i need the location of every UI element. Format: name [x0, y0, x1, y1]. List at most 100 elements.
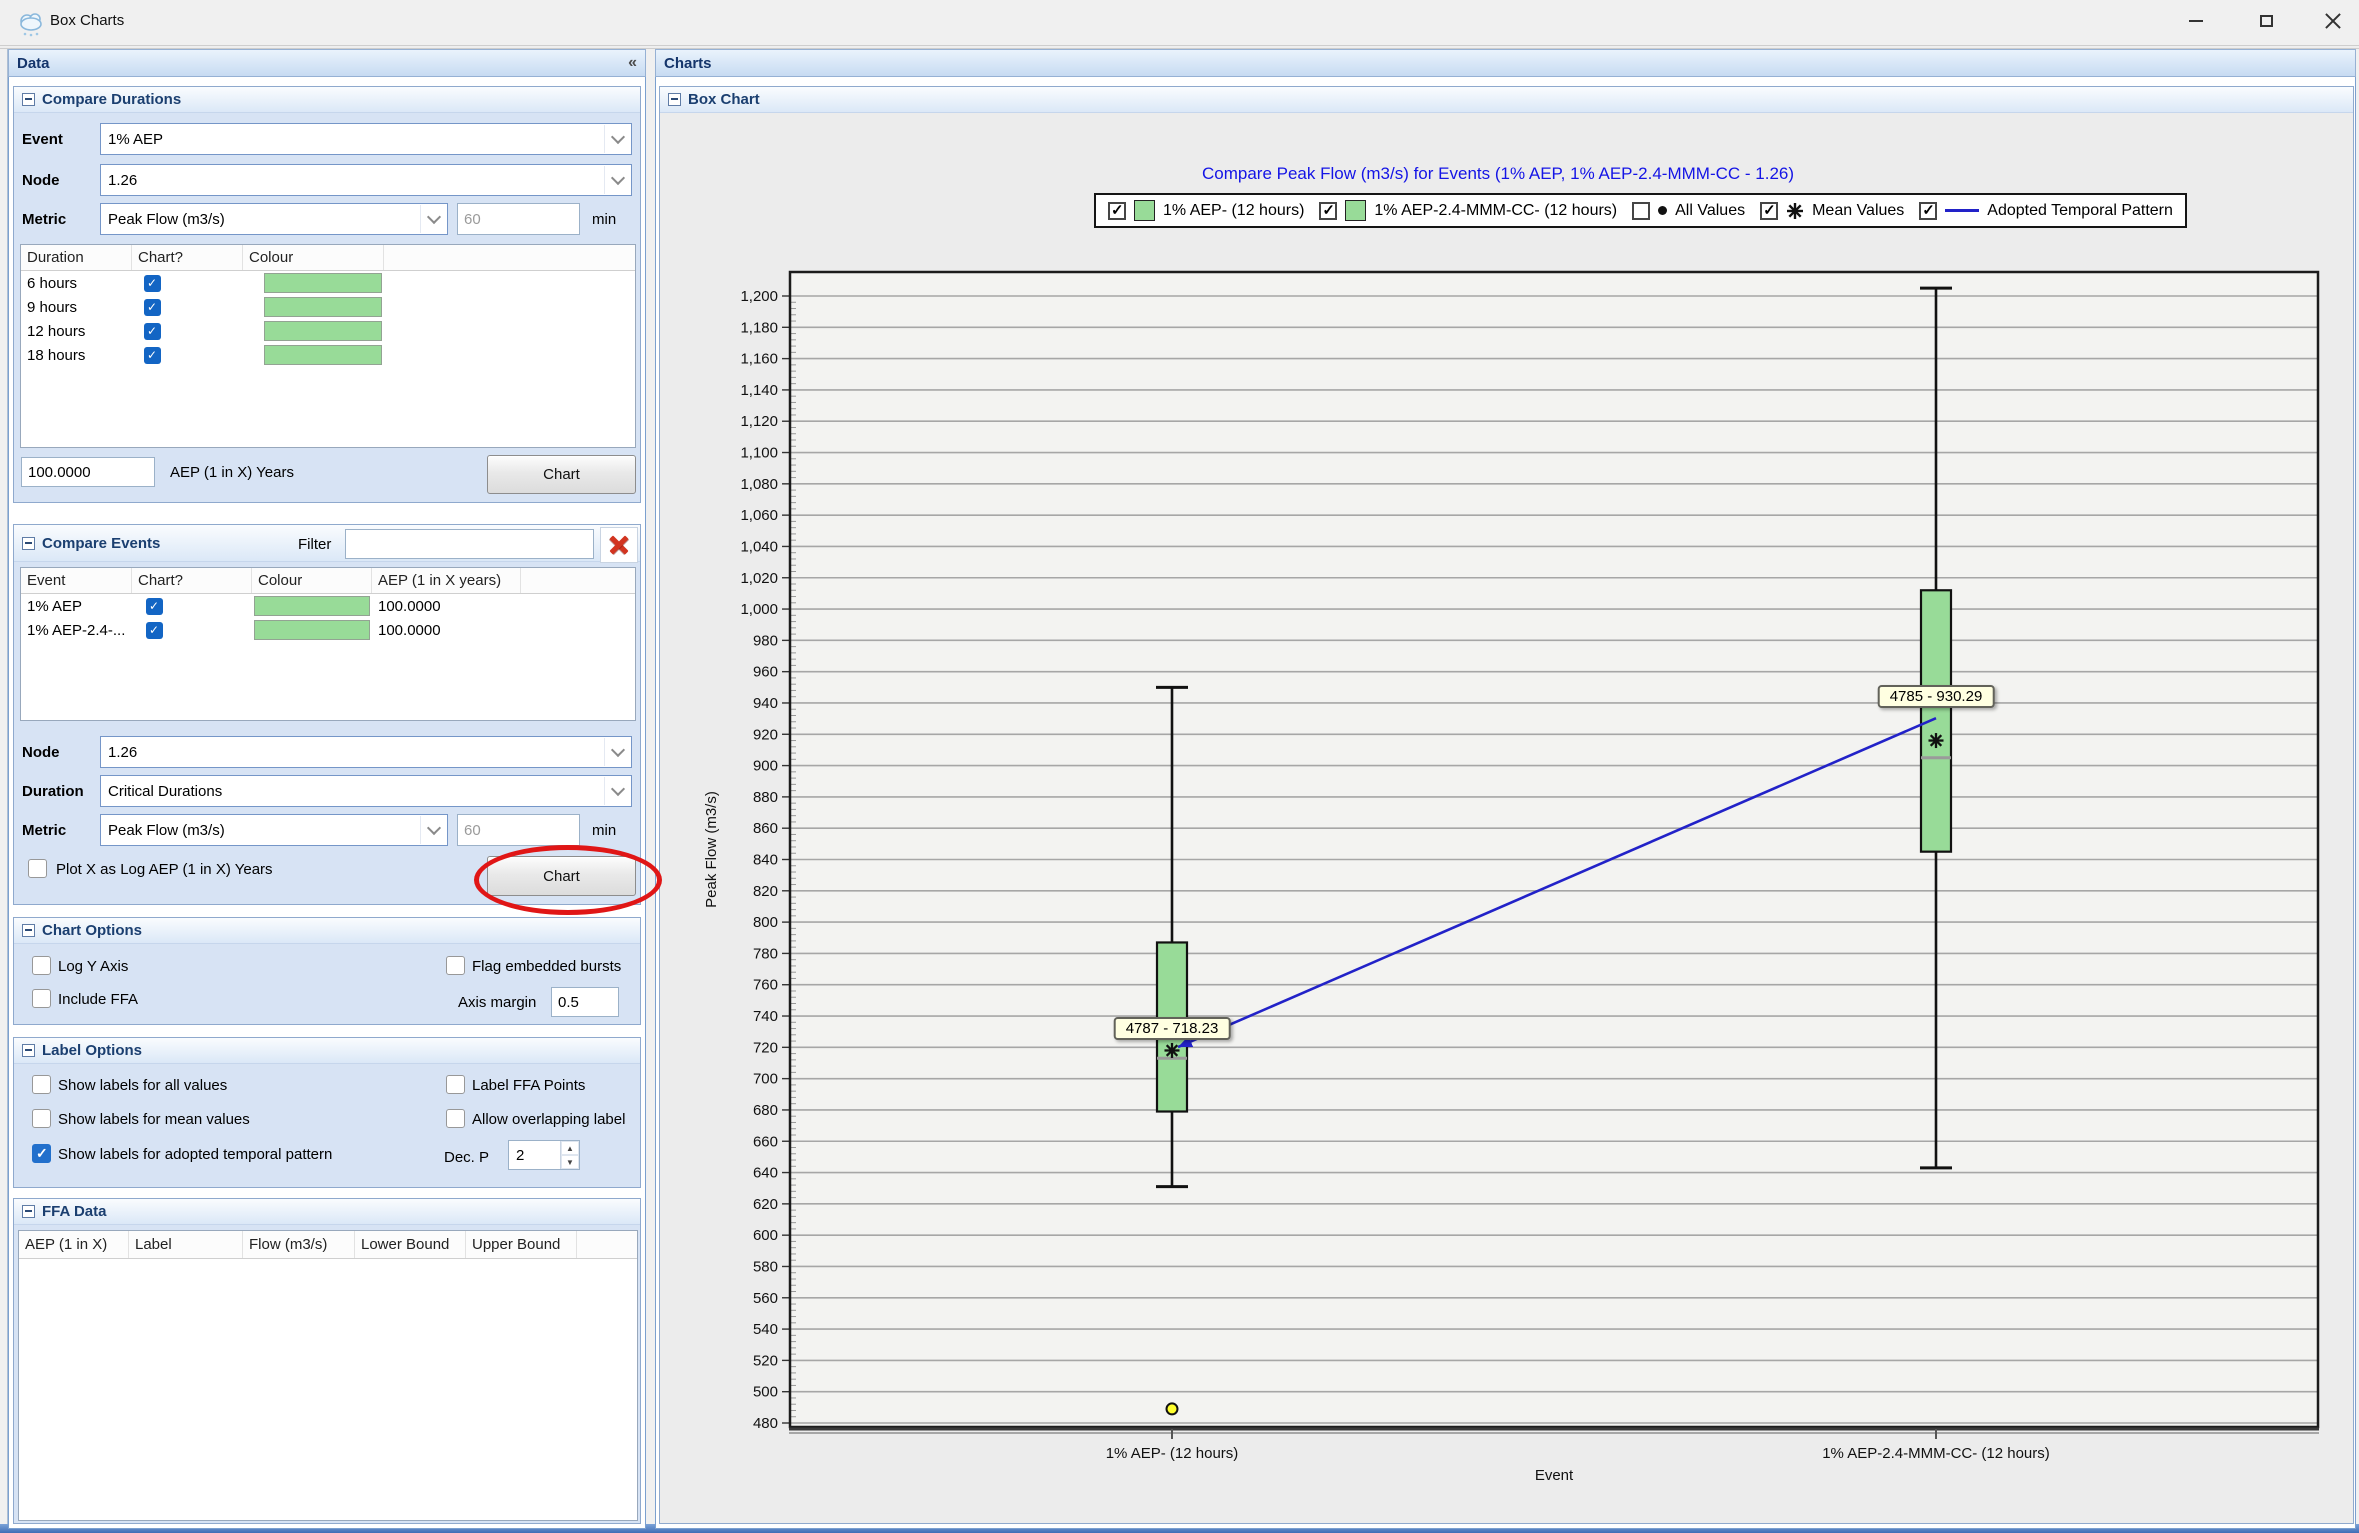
- collapse-group-icon[interactable]: [22, 924, 35, 937]
- legend-checkbox[interactable]: [1319, 202, 1337, 220]
- label-ffa-points-checkbox[interactable]: [446, 1075, 465, 1094]
- label-options-header[interactable]: Label Options: [14, 1038, 640, 1064]
- metric-minutes-input[interactable]: 60: [457, 814, 580, 846]
- chart-options-header[interactable]: Chart Options: [14, 918, 640, 944]
- node-label: Node: [22, 164, 60, 196]
- close-icon[interactable]: [2305, 0, 2359, 42]
- data-panel: Data « Compare Durations Event 1% AEP No…: [8, 49, 646, 1526]
- window-title: Box Charts: [50, 12, 124, 29]
- legend-checkbox[interactable]: [1919, 202, 1937, 220]
- chart-checkbox[interactable]: [144, 275, 161, 292]
- spin-down-icon[interactable]: ▼: [561, 1155, 579, 1169]
- chevron-down-icon[interactable]: [604, 166, 630, 194]
- legend-checkbox[interactable]: [1632, 202, 1650, 220]
- legend-checkbox[interactable]: [1108, 202, 1126, 220]
- legend-label: Mean Values: [1812, 202, 1904, 220]
- legend-item: 1% AEP-2.4-MMM-CC- (12 hours): [1319, 200, 1617, 221]
- chart-checkbox[interactable]: [146, 598, 163, 615]
- log-y-axis-checkbox[interactable]: [32, 956, 51, 975]
- labels-atp-label: Show labels for adopted temporal pattern: [58, 1142, 332, 1166]
- clear-filter-icon[interactable]: [600, 527, 638, 563]
- labels-mean-values-checkbox[interactable]: [32, 1109, 51, 1128]
- dec-p-label: Dec. P: [444, 1142, 489, 1172]
- collapse-group-icon[interactable]: [22, 537, 35, 550]
- left-edge: [0, 49, 8, 1524]
- atp-value-label: 4785 - 930.29: [1878, 685, 1995, 708]
- title-bar: Box Charts: [0, 0, 2359, 45]
- chevron-down-icon[interactable]: [604, 738, 630, 766]
- dec-p-value: 2: [516, 1141, 524, 1169]
- chevron-down-icon[interactable]: [420, 205, 446, 233]
- chevron-down-icon[interactable]: [604, 777, 630, 805]
- collapse-group-icon[interactable]: [22, 1205, 35, 1218]
- aep-years-label: AEP (1 in X) Years: [170, 457, 294, 487]
- ffa-data-header[interactable]: FFA Data: [14, 1199, 640, 1225]
- durations-chart-button[interactable]: Chart: [487, 455, 636, 494]
- dec-p-spinner[interactable]: 2 ▲▼: [508, 1140, 580, 1170]
- ffa-table-head: AEP (1 in X) Label Flow (m3/s) Lower Bou…: [19, 1231, 637, 1259]
- colour-swatch[interactable]: [264, 345, 382, 365]
- ffa-data-group: FFA Data AEP (1 in X) Label Flow (m3/s) …: [13, 1198, 641, 1524]
- node-value: 1.26: [108, 165, 137, 195]
- durations-table-head: Duration Chart? Colour: [21, 245, 635, 271]
- metric-minutes-input[interactable]: 60: [457, 203, 580, 235]
- maximize-icon[interactable]: [2238, 0, 2294, 42]
- events-table-head: Event Chart? Colour AEP (1 in X years): [21, 568, 635, 594]
- label-options-group: Label Options Show labels for all values…: [13, 1037, 641, 1188]
- filter-input[interactable]: [345, 529, 594, 559]
- allow-overlapping-labels-checkbox[interactable]: [446, 1109, 465, 1128]
- spin-up-icon[interactable]: ▲: [561, 1141, 579, 1155]
- chart-checkbox[interactable]: [146, 622, 163, 639]
- chart-checkbox[interactable]: [144, 323, 161, 340]
- labels-atp-checkbox[interactable]: [32, 1144, 51, 1163]
- collapse-group-icon[interactable]: [668, 93, 681, 106]
- events-node-dropdown[interactable]: 1.26: [100, 736, 632, 768]
- duration-cell: 9 hours: [21, 299, 132, 316]
- node-dropdown[interactable]: 1.26: [100, 164, 632, 196]
- log-y-axis-label: Log Y Axis: [58, 954, 128, 978]
- compare-durations-title: Compare Durations: [42, 91, 181, 108]
- allow-overlapping-labels-label: Allow overlapping label: [472, 1107, 625, 1131]
- chevron-down-icon[interactable]: [420, 816, 446, 844]
- legend-item: All Values: [1632, 202, 1745, 220]
- legend-item: Adopted Temporal Pattern: [1919, 202, 2173, 220]
- box-chart-title: Box Chart: [688, 91, 760, 108]
- duration-cell: 18 hours: [21, 347, 132, 364]
- box-chart-header[interactable]: Box Chart: [660, 87, 2353, 113]
- labels-all-values-checkbox[interactable]: [32, 1075, 51, 1094]
- charts-panel-title: Charts: [664, 55, 712, 72]
- column-header: Chart?: [132, 245, 243, 270]
- colour-swatch[interactable]: [254, 596, 370, 616]
- chart-legend: 1% AEP- (12 hours)1% AEP-2.4-MMM-CC- (12…: [1094, 193, 2187, 228]
- atp-value-label: 4787 - 718.23: [1114, 1017, 1231, 1040]
- legend-label: All Values: [1675, 202, 1745, 220]
- colour-swatch[interactable]: [254, 620, 370, 640]
- events-duration-dropdown[interactable]: Critical Durations: [100, 775, 632, 807]
- minutes-unit-label: min: [592, 203, 616, 235]
- event-dropdown[interactable]: 1% AEP: [100, 123, 632, 155]
- flag-embedded-bursts-checkbox[interactable]: [446, 956, 465, 975]
- colour-swatch[interactable]: [264, 297, 382, 317]
- labels-all-values-label: Show labels for all values: [58, 1073, 227, 1097]
- colour-swatch[interactable]: [264, 321, 382, 341]
- collapse-group-icon[interactable]: [22, 93, 35, 106]
- chart-checkbox[interactable]: [144, 299, 161, 316]
- include-ffa-checkbox[interactable]: [32, 989, 51, 1008]
- metric-dropdown[interactable]: Peak Flow (m3/s): [100, 203, 448, 235]
- minimize-icon[interactable]: [2168, 0, 2224, 42]
- charts-panel-body: Box Chart: [655, 77, 2356, 1529]
- aep-years-input[interactable]: 100.0000: [21, 457, 155, 487]
- legend-checkbox[interactable]: [1760, 202, 1778, 220]
- events-metric-dropdown[interactable]: Peak Flow (m3/s): [100, 814, 448, 846]
- collapse-group-icon[interactable]: [22, 1044, 35, 1057]
- colour-swatch[interactable]: [264, 273, 382, 293]
- compare-events-group: Compare Events Filter Event Chart? Colou…: [13, 524, 641, 905]
- plot-x-log-checkbox[interactable]: [28, 859, 47, 878]
- compare-durations-header[interactable]: Compare Durations: [14, 87, 640, 113]
- chart-checkbox[interactable]: [144, 347, 161, 364]
- chevron-down-icon[interactable]: [604, 125, 630, 153]
- collapse-panel-icon[interactable]: «: [628, 54, 637, 72]
- durations-table: Duration Chart? Colour 6 hours9 hours12 …: [20, 244, 636, 448]
- panel-splitter[interactable]: [646, 49, 655, 1524]
- axis-margin-input[interactable]: 0.5: [551, 987, 619, 1017]
